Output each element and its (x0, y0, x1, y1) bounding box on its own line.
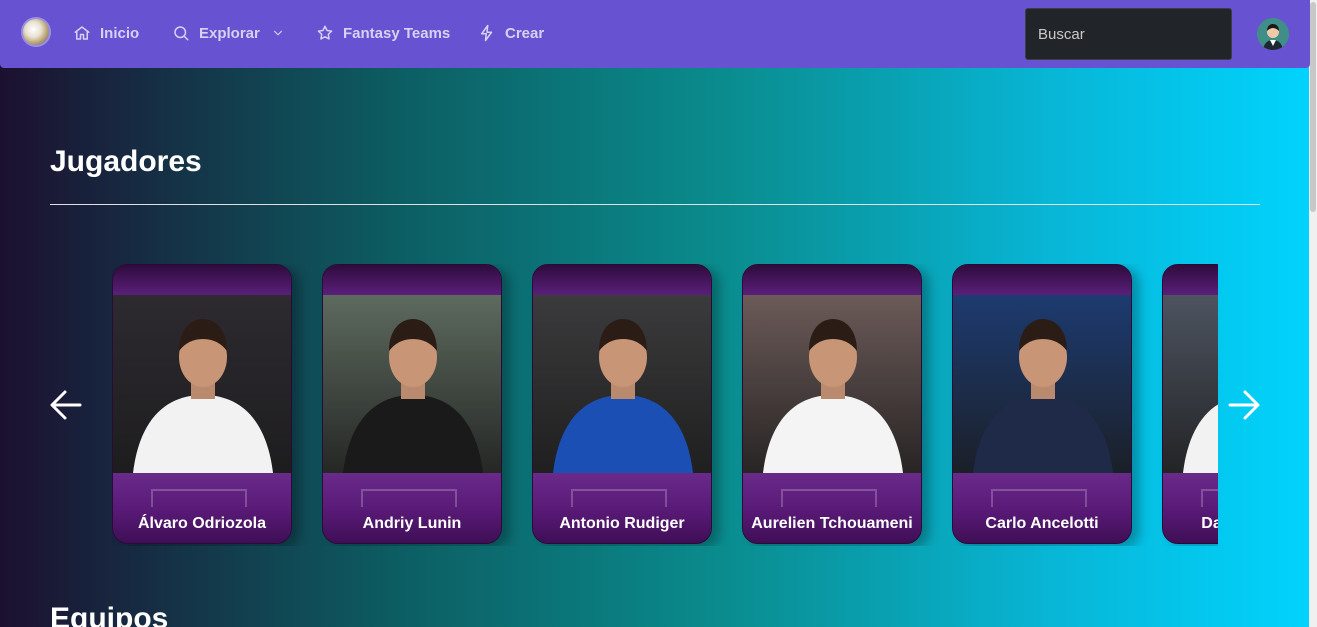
card-header (743, 265, 921, 295)
player-silhouette (1183, 404, 1218, 473)
nav-fantasy-teams-label: Fantasy Teams (343, 24, 451, 42)
player-photo (953, 295, 1131, 473)
player-card[interactable]: Andriy Lunin (322, 264, 502, 544)
card-footer (323, 473, 501, 543)
carousel-prev-button[interactable] (48, 387, 84, 423)
player-name: Dani Carvajal (1201, 515, 1218, 532)
search-input[interactable] (1025, 8, 1232, 60)
nav-explorar[interactable]: Explorar (172, 24, 285, 42)
player-card[interactable]: Álvaro Odriozola (112, 264, 292, 544)
app-logo[interactable] (21, 17, 51, 47)
nav-fantasy-teams[interactable]: Fantasy Teams (316, 24, 450, 42)
nav-crear[interactable]: Crear (478, 24, 544, 42)
section-divider (50, 204, 1260, 205)
card-header (113, 265, 291, 295)
player-name: Antonio Rudiger (559, 515, 685, 532)
player-silhouette (763, 319, 903, 473)
card-footer (113, 473, 291, 543)
teams-section-title: Equipos (50, 602, 169, 627)
top-navbar: Inicio Explorar Fantasy Teams Crear (0, 0, 1310, 68)
goal-graphic (781, 489, 877, 507)
player-silhouette (553, 319, 693, 473)
scrollbar-thumb[interactable] (1310, 2, 1316, 212)
player-card[interactable]: Antonio Rudiger (532, 264, 712, 544)
player-card[interactable]: Carlo Ancelotti (952, 264, 1132, 544)
arrow-right-icon (1228, 390, 1260, 420)
player-photo (1163, 295, 1218, 473)
goal-graphic (151, 489, 247, 507)
card-header (323, 265, 501, 295)
goal-graphic (361, 489, 457, 507)
player-card[interactable]: Dani Carvajal (1162, 264, 1218, 544)
player-name: Aurelien Tchouameni (751, 515, 913, 532)
player-photo (533, 295, 711, 473)
card-footer (1163, 473, 1218, 543)
arrow-left-icon (50, 390, 82, 420)
goal-graphic (571, 489, 667, 507)
player-name: Álvaro Odriozola (137, 515, 267, 532)
player-name: Carlo Ancelotti (985, 515, 1099, 532)
page-scrollbar[interactable] (1309, 0, 1317, 627)
players-carousel: Álvaro Odriozola Andriy Lunin Antonio Ru… (112, 264, 1218, 546)
player-photo (743, 295, 921, 473)
player-silhouette (133, 319, 273, 473)
goal-graphic (1201, 489, 1218, 507)
player-photo (113, 295, 291, 473)
player-card[interactable]: Aurelien Tchouameni (742, 264, 922, 544)
nav-inicio-label: Inicio (100, 24, 140, 42)
card-footer (533, 473, 711, 543)
card-header (953, 265, 1131, 295)
avatar-icon (1257, 18, 1289, 50)
card-header (1163, 265, 1218, 295)
player-silhouette (343, 319, 483, 473)
nav-crear-label: Crear (505, 24, 545, 42)
user-avatar[interactable] (1257, 18, 1289, 50)
nav-explorar-label: Explorar (199, 24, 260, 42)
bolt-icon (481, 24, 493, 42)
home-icon (74, 26, 90, 40)
player-photo (323, 295, 501, 473)
player-name: Andriy Lunin (362, 515, 462, 532)
player-silhouette (973, 319, 1113, 473)
card-footer (743, 473, 921, 543)
star-icon (317, 25, 333, 40)
players-section-title: Jugadores (50, 145, 202, 178)
nav-inicio[interactable]: Inicio (73, 24, 139, 42)
goal-graphic (991, 489, 1087, 507)
carousel-next-button[interactable] (1226, 387, 1262, 423)
card-header (533, 265, 711, 295)
chevron-down-icon (273, 30, 282, 36)
card-footer (953, 473, 1131, 543)
search-icon (174, 26, 189, 41)
